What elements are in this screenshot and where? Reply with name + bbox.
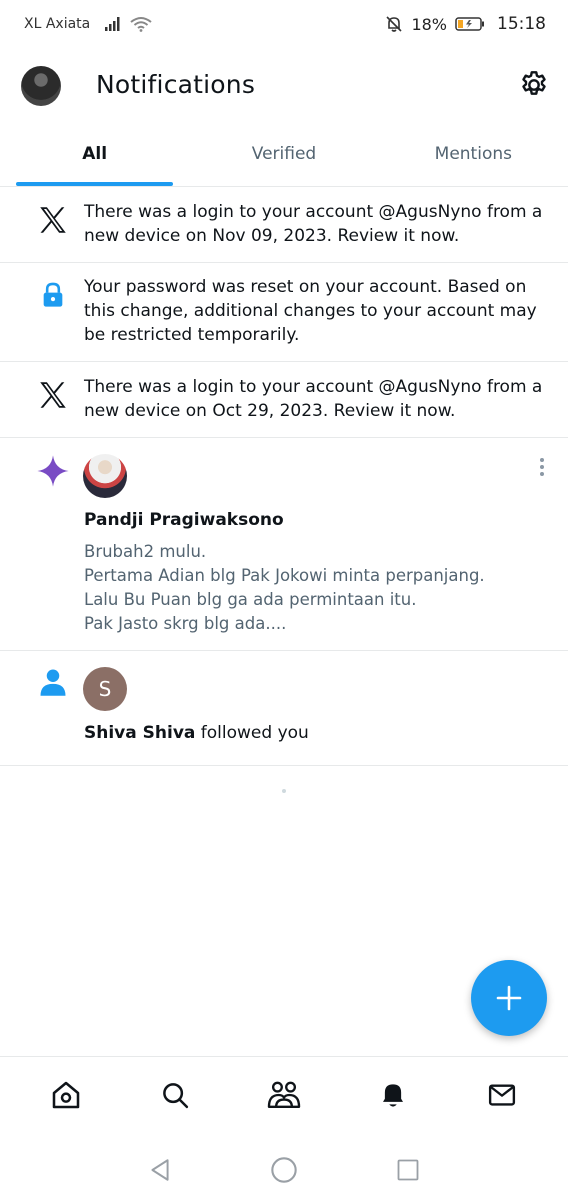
lock-icon — [43, 282, 63, 307]
nav-communities[interactable] — [256, 1067, 312, 1123]
x-logo-icon — [40, 382, 66, 408]
sparkle-icon — [37, 455, 69, 487]
communities-icon — [267, 1081, 301, 1108]
quote-line: Pak Jasto skrg blg ada.... — [84, 614, 287, 633]
tab-all[interactable]: All — [0, 128, 189, 186]
follow-action: followed you — [195, 723, 309, 743]
avatar[interactable]: S — [83, 667, 127, 711]
text-line: new device on Nov 09, 2023. Review it no… — [84, 226, 460, 246]
quote-line: Brubah2 mulu. — [84, 542, 207, 561]
search-icon — [163, 1082, 189, 1108]
home-icon — [53, 1081, 80, 1108]
status-left: XL Axiata — [24, 16, 152, 32]
text-line: this change, additional changes to your … — [84, 301, 537, 321]
avatar[interactable] — [83, 454, 127, 498]
system-recents-button[interactable] — [392, 1154, 424, 1186]
nav-notifications[interactable] — [365, 1067, 421, 1123]
compose-button[interactable] — [471, 960, 547, 1036]
notifications-bell-icon — [382, 1083, 403, 1107]
messages-icon — [488, 1083, 515, 1106]
status-right: 18% 15:18 — [385, 14, 546, 34]
quote-line: Lalu Bu Puan blg ga ada permintaan itu. — [84, 590, 417, 609]
clock: 15:18 — [497, 14, 546, 34]
tab-verified[interactable]: Verified — [189, 128, 378, 186]
battery-percent: 18% — [411, 14, 447, 34]
notification-text: Your password was reset on your account.… — [84, 275, 544, 347]
loading-indicator — [282, 789, 286, 793]
notification-recommended-post[interactable]: Pandji Pragiwaksono Brubah2 mulu. Pertam… — [0, 438, 568, 651]
text-line: Your password was reset on your account.… — [84, 277, 527, 297]
quote-line: Pertama Adian blg Pak Jokowi minta perpa… — [84, 566, 485, 585]
home-circle-icon — [271, 1157, 297, 1183]
avatar[interactable] — [21, 66, 61, 106]
bottom-navigation — [0, 1056, 568, 1132]
notification-text: There was a login to your account @AgusN… — [84, 200, 544, 248]
x-logo-icon — [40, 207, 66, 233]
text-line: be restricted temporarily. — [84, 325, 300, 345]
notification-login-nov[interactable]: There was a login to your account @AgusN… — [0, 187, 568, 263]
follow-text: Shiva Shiva followed you — [84, 721, 544, 745]
carrier-name: XL Axiata — [24, 16, 91, 32]
post-preview: Brubah2 mulu. Pertama Adian blg Pak Joko… — [84, 540, 544, 636]
back-icon — [151, 1159, 169, 1181]
recents-icon — [397, 1159, 419, 1181]
notification-follow[interactable]: S Shiva Shiva followed you — [0, 651, 568, 766]
system-home-button[interactable] — [268, 1154, 300, 1186]
nav-messages[interactable] — [474, 1067, 530, 1123]
status-bar: XL Axiata 18% 15:18 — [0, 0, 568, 48]
notification-login-oct[interactable]: There was a login to your account @AgusN… — [0, 362, 568, 438]
wifi-icon — [130, 17, 152, 32]
battery-icon — [455, 17, 484, 31]
text-line: new device on Oct 29, 2023. Review it no… — [84, 401, 456, 421]
follower-name[interactable]: Shiva Shiva — [84, 723, 195, 743]
person-icon — [40, 669, 66, 696]
system-back-button[interactable] — [144, 1154, 176, 1186]
page-title: Notifications — [96, 70, 256, 99]
nav-home[interactable] — [38, 1067, 94, 1123]
active-tab-indicator — [16, 182, 173, 186]
text-line: There was a login to your account @AgusN… — [84, 377, 543, 397]
notification-text: There was a login to your account @AgusN… — [84, 375, 544, 423]
system-navigation — [0, 1140, 568, 1200]
gear-icon[interactable] — [518, 69, 550, 101]
signal-icon — [105, 17, 120, 31]
text-line: There was a login to your account @AgusN… — [84, 202, 543, 222]
notification-tabs: All Verified Mentions — [0, 128, 568, 187]
notification-password-reset[interactable]: Your password was reset on your account.… — [0, 263, 568, 362]
plus-icon — [496, 985, 522, 1011]
author-name[interactable]: Pandji Pragiwaksono — [84, 508, 544, 532]
more-options-icon[interactable] — [538, 458, 546, 478]
tab-mentions[interactable]: Mentions — [379, 128, 568, 186]
nav-search[interactable] — [147, 1067, 203, 1123]
mute-bell-icon — [386, 16, 403, 32]
app-header: Notifications — [0, 56, 568, 118]
